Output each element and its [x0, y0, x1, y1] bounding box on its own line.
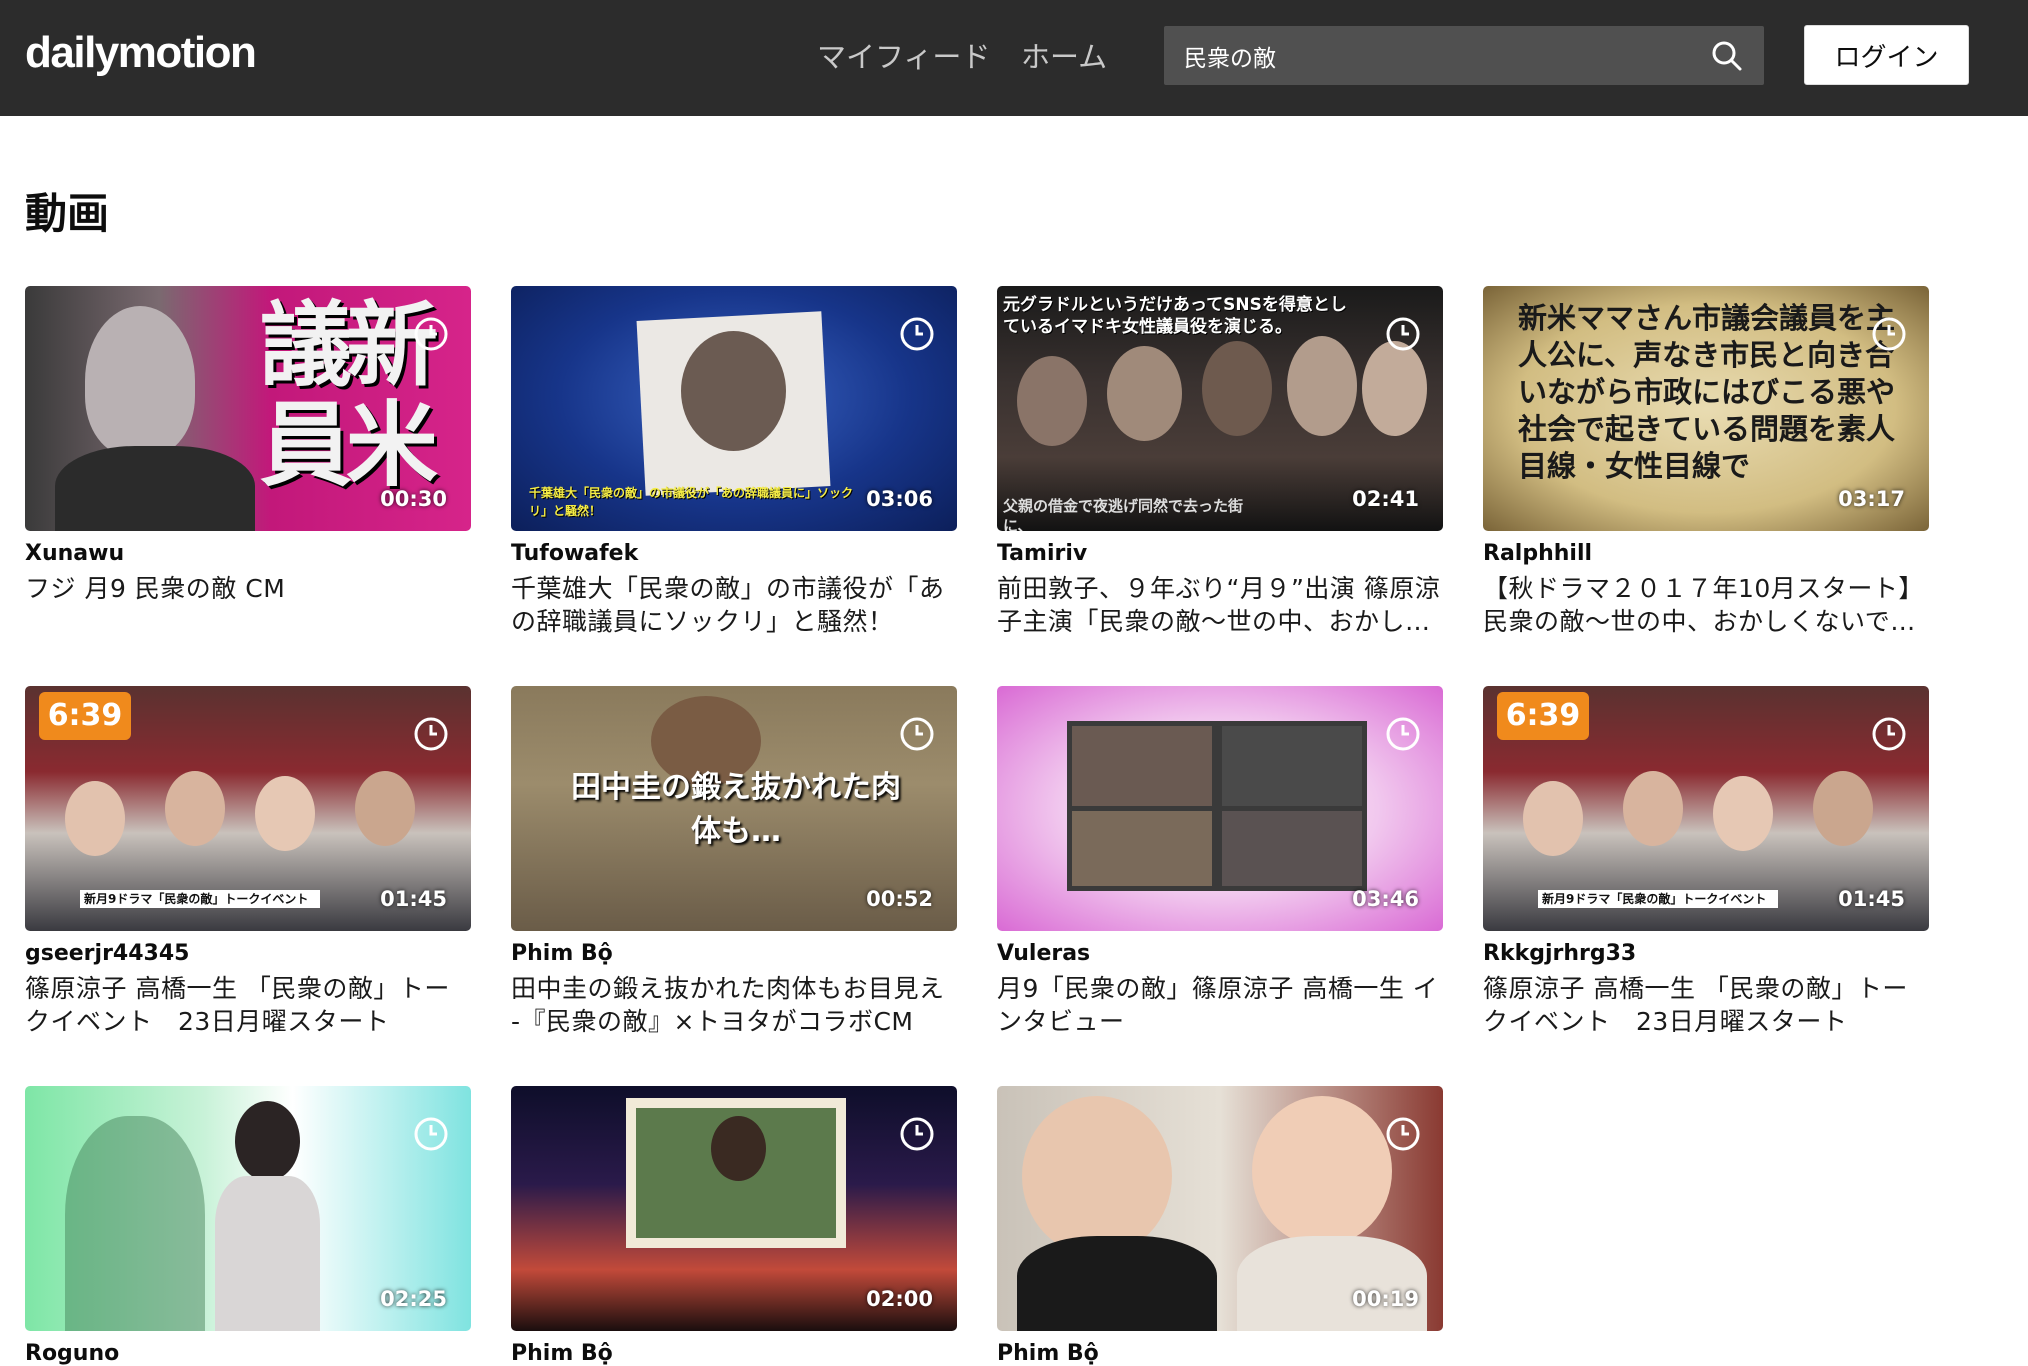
thumbnail-caption: 田中圭の鍛え抜かれた肉体も…: [571, 770, 901, 849]
video-owner[interactable]: Tamiriv: [997, 541, 1443, 566]
video-card[interactable]: 田中圭の鍛え抜かれた肉体も… 00:52 Phim Bộ 田中圭の鍛え抜かれた肉…: [511, 686, 957, 1038]
video-thumbnail[interactable]: 03:46: [997, 686, 1443, 931]
top-navigation-bar: dailymotion マイフィード ホーム ログイン: [0, 0, 2028, 116]
clock-icon[interactable]: [413, 716, 449, 752]
video-duration: 00:30: [380, 487, 447, 511]
thumbnail-caption-bottom: 父親の借金で夜逃げ同然で去った街に、: [1003, 497, 1244, 531]
video-title[interactable]: 【秋ドラマ２０１７年10月スタート】民衆の敵〜世の中、おかしくないですか!?〜: [1483, 572, 1929, 638]
section-title-videos: 動画: [25, 189, 110, 238]
video-owner[interactable]: Rkkgjrhrg33: [1483, 941, 1929, 966]
video-owner[interactable]: Vuleras: [997, 941, 1443, 966]
video-duration: 00:19: [1352, 1287, 1419, 1311]
video-card[interactable]: 議新員米 00:30 Xunawu フジ 月9 民衆の敵 CM: [25, 286, 471, 605]
video-thumbnail[interactable]: 02:00: [511, 1086, 957, 1331]
search-box: [1164, 26, 1764, 85]
clock-icon[interactable]: [899, 316, 935, 352]
video-duration: 03:06: [866, 487, 933, 511]
video-duration: 03:46: [1352, 887, 1419, 911]
thumbnail-caption: 元グラドルというだけあってSNSを得意としているイマドキ女性議員役を演じる。: [1003, 295, 1347, 337]
clock-icon[interactable]: [899, 1116, 935, 1152]
video-thumbnail[interactable]: 6:39 新月9ドラマ「民衆の敵」トークイベント 01:45: [1483, 686, 1929, 931]
video-duration: 03:17: [1838, 487, 1905, 511]
video-duration: 02:41: [1352, 487, 1419, 511]
video-owner[interactable]: Phim Bộ: [997, 1341, 1443, 1366]
video-owner[interactable]: Ralphhill: [1483, 541, 1929, 566]
video-card[interactable]: 03:46 Vuleras 月9「民衆の敵」篠原涼子 高橋一生 インタビュー: [997, 686, 1443, 1038]
video-title[interactable]: 千葉雄大「民衆の敵」の市議役が「あの辞職議員にソックリ」と騒然！: [511, 572, 957, 638]
video-duration: 01:45: [380, 887, 447, 911]
nav-my-feed[interactable]: マイフィード: [817, 34, 990, 76]
video-title[interactable]: 月9「民衆の敵」篠原涼子 高橋一生 インタビュー: [997, 972, 1443, 1038]
video-duration: 02:25: [380, 1287, 447, 1311]
nav-home[interactable]: ホーム: [1021, 34, 1107, 76]
video-thumbnail[interactable]: 02:25: [25, 1086, 471, 1331]
video-thumbnail[interactable]: 新米ママさん市議会議員を主人公に、声なき市民と向き合いながら市政にはびこる悪や社…: [1483, 286, 1929, 531]
video-duration: 00:52: [866, 887, 933, 911]
video-card[interactable]: 千葉雄大「民衆の敵」の市議役が「あの辞職議員に」ソックリ」と騒然！ 03:06 …: [511, 286, 957, 638]
video-title[interactable]: 田中圭の鍛え抜かれた肉体もお目見え -『民衆の敵』×トヨタがコラボCM: [511, 972, 957, 1038]
video-card[interactable]: 02:25 Roguno: [25, 1086, 471, 1366]
video-card[interactable]: 元グラドルというだけあってSNSを得意としているイマドキ女性議員役を演じる。 父…: [997, 286, 1443, 638]
video-owner[interactable]: Roguno: [25, 1341, 471, 1366]
video-thumbnail[interactable]: 千葉雄大「民衆の敵」の市議役が「あの辞職議員に」ソックリ」と騒然！ 03:06: [511, 286, 957, 531]
video-title[interactable]: 篠原涼子 高橋一生 「民衆の敵」トークイベント 23日月曜スタート: [25, 972, 471, 1038]
video-title[interactable]: フジ 月9 民衆の敵 CM: [25, 572, 471, 605]
video-thumbnail[interactable]: 田中圭の鍛え抜かれた肉体も… 00:52: [511, 686, 957, 931]
thumbnail-caption: 新月9ドラマ「民衆の敵」トークイベント: [1538, 890, 1778, 908]
video-duration: 02:00: [866, 1287, 933, 1311]
video-owner[interactable]: Tufowafek: [511, 541, 957, 566]
video-thumbnail[interactable]: 00:19: [997, 1086, 1443, 1331]
video-owner[interactable]: gseerjr44345: [25, 941, 471, 966]
thumbnail-caption: 新月9ドラマ「民衆の敵」トークイベント: [80, 890, 320, 908]
clock-icon[interactable]: [413, 316, 449, 352]
thumbnail-caption: 千葉雄大「民衆の敵」の市議役が「あの辞職議員に」ソックリ」と騒然！: [529, 486, 854, 518]
video-card[interactable]: 6:39 新月9ドラマ「民衆の敵」トークイベント 01:45 gseerjr44…: [25, 686, 471, 1038]
thumbnail-caption: 新米ママさん市議会議員を主人公に、声なき市民と向き合いながら市政にはびこる悪や社…: [1518, 301, 1896, 483]
video-thumbnail[interactable]: 議新員米 00:30: [25, 286, 471, 531]
dailymotion-logo[interactable]: dailymotion: [25, 28, 257, 78]
login-button[interactable]: ログイン: [1804, 25, 1969, 85]
video-duration: 01:45: [1838, 887, 1905, 911]
video-card[interactable]: 新米ママさん市議会議員を主人公に、声なき市民と向き合いながら市政にはびこる悪や社…: [1483, 286, 1929, 638]
clock-icon[interactable]: [1385, 1116, 1421, 1152]
clock-icon[interactable]: [1871, 716, 1907, 752]
video-thumbnail[interactable]: 6:39 新月9ドラマ「民衆の敵」トークイベント 01:45: [25, 686, 471, 931]
video-owner[interactable]: Phim Bộ: [511, 941, 957, 966]
video-card[interactable]: 6:39 新月9ドラマ「民衆の敵」トークイベント 01:45 Rkkgjrhrg…: [1483, 686, 1929, 1038]
video-title[interactable]: 篠原涼子 高橋一生 「民衆の敵」トークイベント 23日月曜スタート: [1483, 972, 1929, 1038]
video-card[interactable]: 02:00 Phim Bộ: [511, 1086, 957, 1366]
clock-icon[interactable]: [1385, 316, 1421, 352]
search-input[interactable]: [1184, 26, 1704, 85]
video-card[interactable]: 00:19 Phim Bộ: [997, 1086, 1443, 1366]
video-owner[interactable]: Phim Bộ: [511, 1341, 957, 1366]
search-icon[interactable]: [1711, 40, 1743, 72]
video-title[interactable]: 前田敦子、９年ぶり“月９”出演 篠原涼子主演「民衆の敵〜世の中、おかしくないです…: [997, 572, 1443, 638]
thumbnail-clock-badge: 6:39: [1497, 692, 1589, 740]
thumbnail-clock-badge: 6:39: [39, 692, 131, 740]
clock-icon[interactable]: [413, 1116, 449, 1152]
clock-icon[interactable]: [899, 716, 935, 752]
clock-icon[interactable]: [1871, 316, 1907, 352]
clock-icon[interactable]: [1385, 716, 1421, 752]
video-thumbnail[interactable]: 元グラドルというだけあってSNSを得意としているイマドキ女性議員役を演じる。 父…: [997, 286, 1443, 531]
video-owner[interactable]: Xunawu: [25, 541, 471, 566]
